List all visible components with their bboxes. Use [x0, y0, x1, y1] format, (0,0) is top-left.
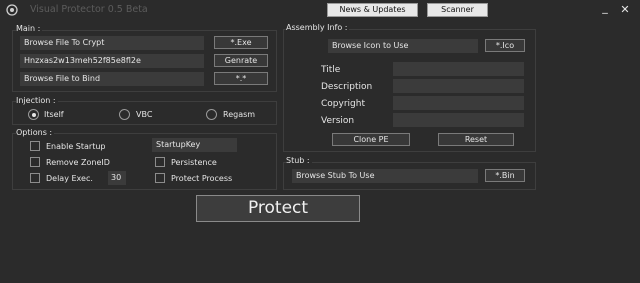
radio-itself-label: Itself [44, 110, 64, 119]
enable-startup-checkbox[interactable] [30, 141, 40, 151]
enable-startup-label: Enable Startup [46, 142, 106, 151]
delay-exec-label: Delay Exec. [46, 174, 93, 183]
assembly-group-label: Assembly Info : [286, 23, 350, 33]
radio-regasm-label: Regasm [223, 110, 256, 119]
minimize-button[interactable]: _ [598, 1, 612, 15]
bin-button[interactable]: *.Bin [485, 169, 525, 182]
protect-process-label: Protect Process [171, 174, 233, 183]
radio-itself[interactable] [28, 109, 39, 120]
browse-stub-field[interactable]: Browse Stub To Use [292, 169, 478, 183]
startup-key-field[interactable]: StartupKey [152, 138, 237, 152]
clone-pe-button[interactable]: Clone PE [332, 133, 410, 146]
bind-button[interactable]: *.* [214, 72, 268, 85]
generate-button[interactable]: Genrate [214, 54, 268, 67]
radio-regasm[interactable] [206, 109, 217, 120]
radio-vbc[interactable] [119, 109, 130, 120]
delay-value-field[interactable]: 30 [108, 171, 126, 185]
exe-button[interactable]: *.Exe [214, 36, 268, 49]
persistence-checkbox[interactable] [155, 157, 165, 167]
protect-process-checkbox[interactable] [155, 173, 165, 183]
remove-zoneid-label: Remove ZoneID [46, 158, 110, 167]
main-group-label: Main : [16, 24, 43, 34]
title-label: Title [321, 65, 341, 75]
browse-icon-field[interactable]: Browse Icon to Use [328, 39, 478, 53]
app-icon [6, 4, 18, 16]
remove-zoneid-checkbox[interactable] [30, 157, 40, 167]
browse-bind-field[interactable]: Browse File to Bind [20, 72, 204, 86]
delay-exec-checkbox[interactable] [30, 173, 40, 183]
version-label: Version [321, 116, 355, 126]
stub-group-label: Stub : [286, 156, 312, 166]
title-field[interactable] [393, 62, 524, 76]
browse-crypt-field[interactable]: Browse File To Crypt [20, 36, 204, 50]
version-field[interactable] [393, 113, 524, 127]
options-group-label: Options : [16, 128, 55, 138]
injection-group-label: Injection : [16, 96, 58, 106]
scanner-button[interactable]: Scanner [427, 3, 488, 17]
description-field[interactable] [393, 79, 524, 93]
copyright-label: Copyright [321, 99, 365, 109]
news-updates-button[interactable]: News & Updates [327, 3, 418, 17]
reset-button[interactable]: Reset [438, 133, 514, 146]
radio-vbc-label: VBC [136, 110, 153, 119]
persistence-label: Persistence [171, 158, 217, 167]
copyright-field[interactable] [393, 96, 524, 110]
key-field[interactable]: Hnzxas2w13meh52f85e8fl2e [20, 54, 204, 68]
protect-button[interactable]: Protect [196, 195, 360, 222]
window-title: Visual Protector 0.5 Beta [30, 4, 148, 15]
description-label: Description [321, 82, 373, 92]
close-button[interactable]: ✕ [618, 3, 632, 17]
ico-button[interactable]: *.Ico [485, 39, 525, 52]
